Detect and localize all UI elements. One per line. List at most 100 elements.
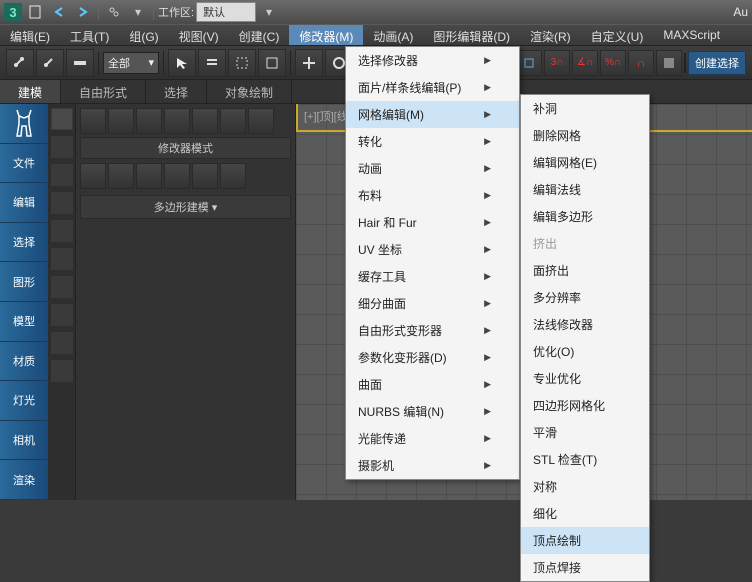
deer-icon[interactable] (0, 104, 48, 144)
nav-item[interactable]: 选择 (0, 223, 48, 263)
menu-item[interactable]: 面片/样条线编辑(P)▶ (346, 74, 519, 101)
percent-snap-icon[interactable]: %∩ (600, 50, 626, 76)
select-object-icon[interactable] (168, 49, 196, 77)
ribbon-tab[interactable]: 选择 (146, 80, 207, 103)
menu-item[interactable]: Hair 和 Fur▶ (346, 209, 519, 236)
submenu-item[interactable]: 面挤出 (521, 257, 649, 284)
menu-item[interactable]: UV 坐标▶ (346, 236, 519, 263)
material-ball-icon[interactable] (51, 304, 73, 326)
tool-b-icon[interactable] (108, 163, 134, 189)
menu-item[interactable]: 转化▶ (346, 128, 519, 155)
submenu-item[interactable]: 编辑网格(E) (521, 149, 649, 176)
tool-a-icon[interactable] (80, 163, 106, 189)
move-tool-icon[interactable] (295, 49, 323, 77)
nav-item[interactable]: 灯光 (0, 381, 48, 421)
named-sel-icon[interactable] (656, 50, 682, 76)
nav-item[interactable]: 文件 (0, 144, 48, 184)
menu-item[interactable]: 参数化变形器(D)▶ (346, 344, 519, 371)
menu-item[interactable]: 动画(A) (363, 25, 423, 45)
submenu-item[interactable]: 顶点焊接 (521, 554, 649, 581)
submenu-item[interactable]: 对称 (521, 473, 649, 500)
spinner-snap-icon[interactable]: ∩ (628, 50, 654, 76)
submenu-item[interactable]: 删除网格 (521, 122, 649, 149)
submenu-item[interactable]: 平滑 (521, 419, 649, 446)
submenu-item[interactable]: 多分辨率 (521, 284, 649, 311)
bind-tool-icon[interactable] (66, 49, 94, 77)
menu-item[interactable]: 渲染(R) (520, 25, 581, 45)
teapot-icon[interactable] (51, 108, 73, 130)
camera-small-icon[interactable] (51, 360, 73, 382)
ribbon-tab[interactable]: 自由形式 (61, 80, 146, 103)
calendar-icon[interactable] (51, 164, 73, 186)
select-region-icon[interactable] (228, 49, 256, 77)
menu-item[interactable]: 选择修改器▶ (346, 47, 519, 74)
sphere-icon[interactable] (51, 276, 73, 298)
shape-icon[interactable] (51, 248, 73, 270)
submenu-item[interactable]: 顶点绘制 (521, 527, 649, 554)
face-mode-icon[interactable] (192, 108, 218, 134)
submenu-item[interactable]: 编辑法线 (521, 176, 649, 203)
menu-item[interactable]: 修改器(M) (289, 25, 363, 45)
submenu-item[interactable]: 专业优化 (521, 365, 649, 392)
nav-item[interactable]: 渲染 (0, 460, 48, 500)
menu-item[interactable]: 动画▶ (346, 155, 519, 182)
border-mode-icon[interactable] (164, 108, 190, 134)
menu-item[interactable]: 创建(C) (229, 25, 290, 45)
link-icon[interactable] (103, 2, 125, 22)
element-mode-icon[interactable] (220, 108, 246, 134)
submenu-item[interactable]: 四边形网格化 (521, 392, 649, 419)
redo-icon[interactable] (72, 2, 94, 22)
nav-item[interactable]: 相机 (0, 421, 48, 461)
menu-item[interactable]: NURBS 编辑(N)▶ (346, 398, 519, 425)
submenu-item[interactable]: 补洞 (521, 95, 649, 122)
unlink-tool-icon[interactable] (36, 49, 64, 77)
link-tool-icon[interactable] (6, 49, 34, 77)
create-selection-button[interactable]: 创建选择 (688, 51, 746, 75)
submenu-item[interactable]: 细化 (521, 500, 649, 527)
workspace-dropdown[interactable]: 默认 (196, 2, 256, 22)
submenu-item[interactable]: 法线修改器 (521, 311, 649, 338)
ws-dropdown-icon[interactable]: ▾ (258, 2, 280, 22)
dropdown-arrow-icon[interactable]: ▾ (127, 2, 149, 22)
selection-filter[interactable]: 全部▾ (103, 52, 159, 74)
submenu-item[interactable]: 编辑多边形 (521, 203, 649, 230)
tool-d-icon[interactable] (164, 163, 190, 189)
menu-item[interactable]: 光能传递▶ (346, 425, 519, 452)
angle-snap-icon[interactable]: ∡∩ (572, 50, 598, 76)
undo-icon[interactable] (48, 2, 70, 22)
tool-f-icon[interactable] (220, 163, 246, 189)
menu-item[interactable]: 视图(V) (169, 25, 229, 45)
tool-c-icon[interactable] (136, 163, 162, 189)
list-icon[interactable] (51, 192, 73, 214)
submenu-item[interactable]: STL 检查(T) (521, 446, 649, 473)
menu-item[interactable]: 组(G) (119, 25, 168, 45)
menu-item[interactable]: 网格编辑(M)▶ (346, 101, 519, 128)
menu-item[interactable]: 缓存工具▶ (346, 263, 519, 290)
poly-mode-icon[interactable] (80, 108, 106, 134)
ribbon-tab[interactable]: 对象绘制 (207, 80, 292, 103)
menu-item[interactable]: 细分曲面▶ (346, 290, 519, 317)
edge-mode-icon[interactable] (136, 108, 162, 134)
new-icon[interactable] (24, 2, 46, 22)
named-selection-input[interactable] (684, 53, 686, 73)
nav-item[interactable]: 编辑 (0, 183, 48, 223)
nav-item[interactable]: 图形 (0, 262, 48, 302)
submenu-item[interactable]: 优化(O) (521, 338, 649, 365)
clipboard-icon[interactable] (51, 136, 73, 158)
menu-item[interactable]: 布料▶ (346, 182, 519, 209)
grid-icon[interactable] (51, 220, 73, 242)
menu-item[interactable]: 自由形式变形器▶ (346, 317, 519, 344)
ribbon-tab[interactable]: 建模 (0, 80, 61, 103)
menu-item[interactable]: 曲面▶ (346, 371, 519, 398)
menu-item[interactable]: 摄影机▶ (346, 452, 519, 479)
poly-model-header[interactable]: 多边形建模 ▾ (80, 195, 291, 219)
menu-item[interactable]: MAXScript (653, 25, 730, 45)
menu-item[interactable]: 工具(T) (60, 25, 119, 45)
expand-icon[interactable] (248, 108, 274, 134)
vertex-mode-icon[interactable] (108, 108, 134, 134)
menu-item[interactable]: 图形编辑器(D) (423, 25, 520, 45)
light-icon[interactable] (51, 332, 73, 354)
menu-item[interactable]: 编辑(E) (0, 25, 60, 45)
window-crossing-icon[interactable] (258, 49, 286, 77)
select-name-icon[interactable] (198, 49, 226, 77)
